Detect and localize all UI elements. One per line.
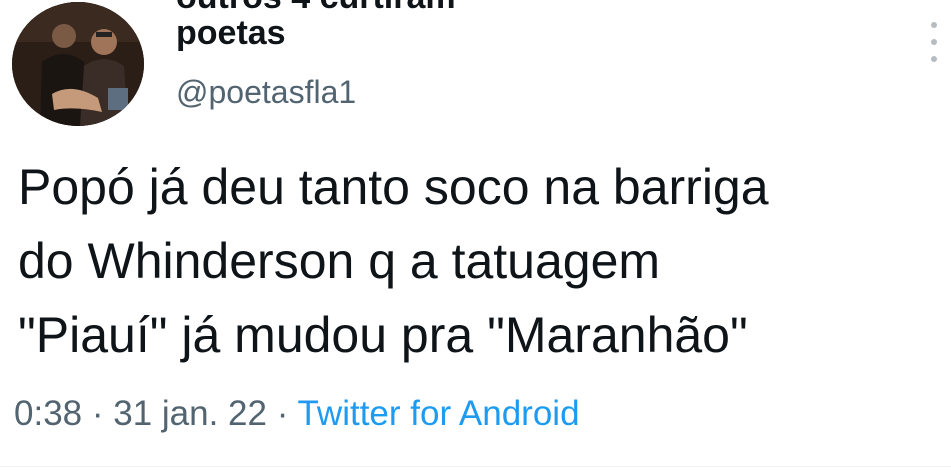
tweet-text: Popó já deu tanto soco na barriga do Whi… <box>18 150 943 372</box>
meta-separator: · <box>82 394 114 433</box>
tweet-date[interactable]: 31 jan. 22 <box>113 394 267 433</box>
more-options-icon[interactable] <box>925 22 943 62</box>
tweet-time[interactable]: 0:38 <box>14 394 82 433</box>
author-display-name[interactable]: poetas <box>176 14 286 53</box>
avatar-image <box>12 2 144 126</box>
tweet-line: Popó já deu tanto soco na barriga <box>18 159 769 215</box>
more-dot <box>931 39 937 45</box>
avatar[interactable] <box>12 2 144 126</box>
meta-separator: · <box>266 394 298 433</box>
more-dot <box>931 56 937 62</box>
tweet-meta: 0:38 · 31 jan. 22 · Twitter for Android <box>14 394 580 434</box>
tweet-source-link[interactable]: Twitter for Android <box>297 394 579 433</box>
tweet-line: do Whinderson q a tatuagem <box>18 233 661 289</box>
divider <box>0 466 951 467</box>
tweet-line: "Piauí" já mudou pra "Maranhão" <box>18 307 748 363</box>
author-handle[interactable]: @poetasfla1 <box>176 74 356 111</box>
more-dot <box>931 22 937 28</box>
